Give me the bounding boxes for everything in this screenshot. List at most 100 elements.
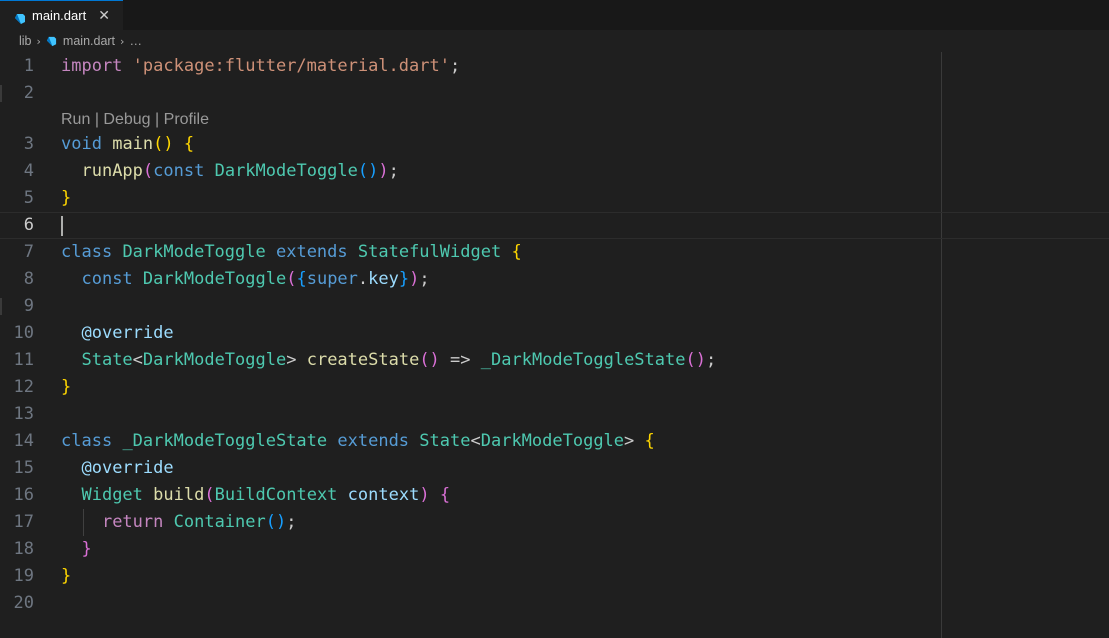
code-line-current[interactable]: 6 bbox=[0, 212, 1109, 239]
code-line[interactable]: 17 return Container(); bbox=[0, 509, 1109, 536]
token-type: StatefulWidget bbox=[357, 242, 502, 262]
codelens: Run | Debug | Profile bbox=[61, 106, 209, 133]
tab-bar: main.dart ✕ bbox=[0, 0, 1109, 30]
token-variable: context bbox=[347, 485, 420, 505]
codelens-debug[interactable]: Debug bbox=[103, 111, 150, 128]
token-variable: key bbox=[368, 269, 399, 289]
code-line[interactable]: 14 class _DarkModeToggleState extends St… bbox=[0, 428, 1109, 455]
code-line[interactable]: 10 @override bbox=[0, 320, 1109, 347]
code-text: } bbox=[61, 188, 72, 208]
code-line[interactable]: 4 runApp(const DarkModeToggle()); bbox=[0, 158, 1109, 185]
code-text: runApp(const DarkModeToggle()); bbox=[81, 161, 399, 181]
breadcrumb-symbol[interactable]: … bbox=[129, 34, 142, 48]
token-type: DarkModeToggle bbox=[122, 242, 266, 262]
token-type: DarkModeToggle bbox=[142, 350, 287, 370]
token-type: DarkModeToggle bbox=[142, 269, 287, 289]
line-number: 12 bbox=[13, 377, 34, 397]
token-keyword: return bbox=[101, 512, 164, 532]
code-text: import 'package:flutter/material.dart'; bbox=[61, 53, 460, 80]
code-line[interactable]: 15 @override bbox=[0, 455, 1109, 482]
token-type: Container bbox=[173, 512, 266, 532]
token-punct: ; bbox=[449, 56, 461, 76]
token-punct: ; bbox=[286, 512, 297, 532]
code-editor[interactable]: 1 import 'package:flutter/material.dart'… bbox=[0, 52, 1109, 638]
line-number: 11 bbox=[13, 350, 34, 370]
code-line[interactable]: 3 void main() { bbox=[0, 131, 1109, 158]
code-line[interactable]: 12 } bbox=[0, 374, 1109, 401]
chevron-right-icon: › bbox=[120, 34, 125, 48]
line-number: 6 bbox=[23, 215, 34, 235]
token-type: DarkModeToggle bbox=[214, 161, 358, 181]
line-number: 18 bbox=[13, 539, 34, 559]
line-number: 1 bbox=[23, 56, 34, 76]
line-number: 7 bbox=[23, 242, 34, 262]
code-text: return Container(); bbox=[101, 512, 297, 532]
code-text: @override bbox=[61, 455, 174, 482]
code-line[interactable]: 13 bbox=[0, 401, 1109, 428]
token-punct: ; bbox=[705, 350, 717, 370]
token-type: _DarkModeToggleState bbox=[480, 350, 686, 370]
line-number: 20 bbox=[13, 593, 34, 613]
token-function: runApp bbox=[81, 161, 143, 181]
codelens-separator: | bbox=[155, 111, 164, 128]
token-keyword: class bbox=[61, 242, 113, 262]
code-text: void main() { bbox=[61, 134, 195, 154]
token-function: build bbox=[153, 485, 205, 505]
token-keyword: const bbox=[81, 269, 133, 289]
token-type: Widget bbox=[81, 485, 143, 505]
code-line[interactable]: 16 Widget build(BuildContext context) { bbox=[0, 482, 1109, 509]
code-text: State<DarkModeToggle> createState() => _… bbox=[81, 350, 717, 370]
breadcrumb-file[interactable]: main.dart bbox=[63, 34, 115, 48]
token-function: createState bbox=[306, 350, 420, 370]
code-text: } bbox=[61, 566, 72, 586]
text-cursor bbox=[61, 216, 63, 236]
code-line[interactable]: 8 const DarkModeToggle({super.key}); bbox=[0, 266, 1109, 293]
code-line[interactable]: 11 State<DarkModeToggle> createState() =… bbox=[0, 347, 1109, 374]
code-line[interactable]: 1 import 'package:flutter/material.dart'… bbox=[0, 53, 1109, 80]
codelens-profile[interactable]: Profile bbox=[164, 111, 209, 128]
token-type: State bbox=[419, 431, 471, 451]
code-line[interactable]: 7 class DarkModeToggle extends StatefulW… bbox=[0, 239, 1109, 266]
code-line[interactable]: 9 bbox=[0, 293, 1109, 320]
token-type: DarkModeToggle bbox=[480, 431, 625, 451]
token-annotation: @override bbox=[81, 458, 174, 478]
token-keyword: const bbox=[153, 161, 205, 181]
tab-label: main.dart bbox=[32, 8, 87, 23]
token-annotation: @override bbox=[81, 323, 174, 343]
code-text: } bbox=[81, 539, 92, 559]
line-number: 2 bbox=[23, 83, 34, 103]
token-keyword: class bbox=[61, 431, 113, 451]
token-keyword: extends bbox=[275, 242, 348, 262]
token-punct: ; bbox=[419, 269, 430, 289]
codelens-run[interactable]: Run bbox=[61, 111, 90, 128]
dart-icon bbox=[14, 10, 26, 24]
line-number: 17 bbox=[13, 512, 34, 532]
code-line[interactable]: 18 } bbox=[0, 536, 1109, 563]
line-number: 3 bbox=[23, 134, 34, 154]
token-function: main bbox=[112, 134, 154, 154]
token-operator: => bbox=[450, 350, 471, 370]
line-number: 9 bbox=[23, 296, 34, 316]
tab-main-dart[interactable]: main.dart ✕ bbox=[0, 0, 123, 30]
breadcrumb-folder[interactable]: lib bbox=[19, 34, 32, 48]
line-number: 14 bbox=[13, 431, 34, 451]
close-icon[interactable]: ✕ bbox=[98, 8, 110, 24]
code-text: class _DarkModeToggleState extends State… bbox=[61, 431, 655, 451]
code-line[interactable]: 5 } bbox=[0, 185, 1109, 212]
line-number: 16 bbox=[13, 485, 34, 505]
code-text: const DarkModeToggle({super.key}); bbox=[81, 269, 430, 289]
gutter-change-marker bbox=[0, 85, 2, 102]
line-number: 8 bbox=[23, 269, 34, 289]
line-number: 5 bbox=[23, 188, 34, 208]
code-text: class DarkModeToggle extends StatefulWid… bbox=[61, 242, 522, 262]
breadcrumb: lib › main.dart › … bbox=[0, 30, 1109, 52]
token-keyword: void bbox=[61, 134, 102, 154]
token-type: _DarkModeToggleState bbox=[122, 431, 328, 451]
token-punct: ; bbox=[388, 161, 399, 181]
code-line[interactable]: 2 bbox=[0, 80, 1109, 107]
line-number: 15 bbox=[13, 458, 34, 478]
token-keyword: extends bbox=[337, 431, 410, 451]
line-number: 13 bbox=[13, 404, 34, 424]
code-line[interactable]: 19 } bbox=[0, 563, 1109, 590]
code-line[interactable]: 20 bbox=[0, 590, 1109, 617]
